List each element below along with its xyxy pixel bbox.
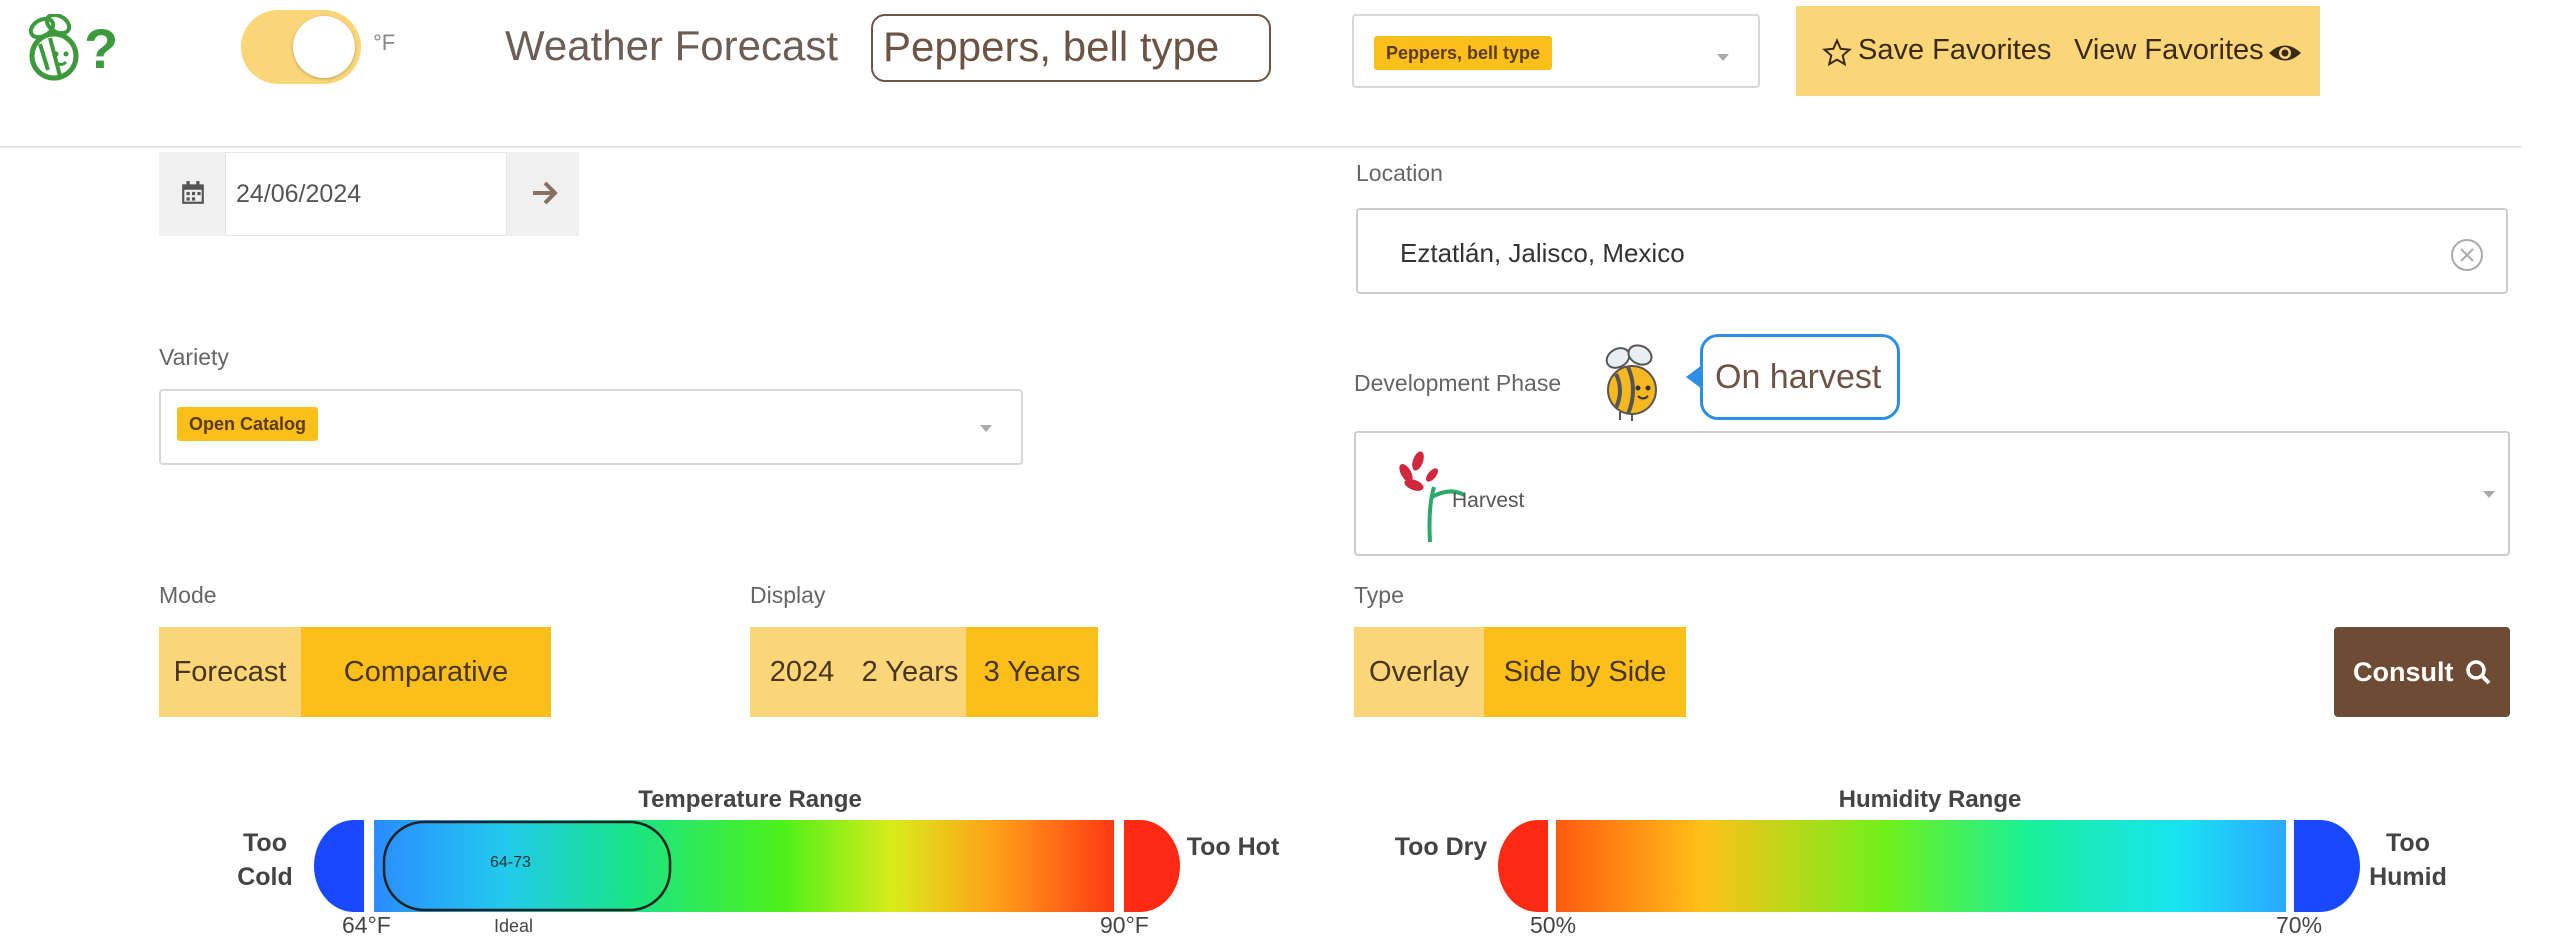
temperature-gradient [374,820,1114,912]
svg-text:?: ? [84,17,118,80]
too-hot-label: Too Hot [1186,833,1280,861]
location-label: Location [1356,160,1443,186]
too-cold-zone [314,820,364,912]
type-toggle-group: Overlay Side by Side [1354,627,1686,717]
page-title: Weather Forecast [505,22,839,69]
too-humid-zone [2294,820,2360,912]
arrow-right-icon[interactable] [531,180,559,206]
temperature-range-title: Temperature Range [638,786,862,813]
temperature-range-bar [314,820,1180,912]
mode-forecast-button[interactable]: Forecast [159,627,301,717]
calendar-icon[interactable] [180,180,206,206]
too-cold-label: Too Cold [237,829,293,891]
star-icon [1822,38,1852,67]
variety-select[interactable]: Open Catalog [159,389,1023,465]
mode-label: Mode [159,582,217,608]
humidity-range-bar [1498,820,2360,912]
chevron-down-icon [980,425,992,432]
development-phase-label: Development Phase [1354,370,1562,396]
eye-icon [2269,45,2301,61]
crop-name-highlight: Peppers, bell type [871,14,1271,82]
too-dry-label: Too Dry [1394,833,1488,861]
too-humid-label: Too Humid [2369,829,2447,891]
crop-select-tag: Peppers, bell type [1374,36,1553,70]
type-label: Type [1354,582,1404,608]
location-input[interactable]: Eztatlán, Jalisco, Mexico [1356,208,2508,294]
consult-button[interactable]: Consult [2334,627,2510,717]
clear-icon[interactable] [2450,238,2484,272]
humidity-max-label: 70% [2276,912,2323,938]
consult-label: Consult [2352,657,2454,687]
type-side-by-side-button[interactable]: Side by Side [1484,627,1686,717]
humidity-range-title: Humidity Range [1838,786,2022,813]
phase-speech-bubble: On harvest [1700,334,1900,420]
bee-mascot-icon [1605,344,1657,421]
humidity-gradient [1556,820,2286,912]
toggle-knob [293,16,355,78]
display-2024-button[interactable]: 2024 [750,627,854,717]
ideal-range-value: 64-73 [490,854,531,871]
unit-label: °F [373,30,396,55]
humidity-min-label: 50% [1530,912,1577,938]
type-overlay-button[interactable]: Overlay [1354,627,1484,717]
ideal-label: Ideal [494,916,534,936]
chevron-down-icon [2483,491,2495,498]
search-icon [2466,660,2491,685]
mode-toggle-group: Forecast Comparative [159,627,551,717]
temperature-max-label: 90°F [1100,912,1149,938]
too-hot-zone [1124,820,1180,912]
view-favorites-button[interactable]: View Favorites [2074,34,2264,67]
display-toggle-group: 2024 2 Years 3 Years [750,627,1098,717]
phase-value: Harvest [1452,489,1525,512]
save-favorites-button[interactable]: Save Favorites [1858,34,2051,67]
date-picker: 24/06/2024 [159,152,579,236]
too-dry-zone [1498,820,1548,912]
display-label: Display [750,582,826,608]
variety-tag: Open Catalog [177,407,319,441]
crop-select[interactable]: Peppers, bell type [1352,14,1760,88]
variety-label: Variety [159,344,229,370]
header-divider [0,146,2521,148]
favorites-bar: Save Favorites View Favorites [1796,6,2320,96]
app-logo-icon: ? [28,14,118,81]
mode-comparative-button[interactable]: Comparative [301,627,551,717]
date-input[interactable]: 24/06/2024 [225,152,507,236]
chevron-down-icon [1717,54,1729,61]
unit-toggle[interactable] [241,10,361,84]
development-phase-select[interactable]: Harvest [1354,431,2510,556]
location-value: Eztatlán, Jalisco, Mexico [1400,238,1685,268]
display-2-years-button[interactable]: 2 Years [854,627,966,717]
temperature-min-label: 64°F [342,912,391,938]
display-3-years-button[interactable]: 3 Years [966,627,1098,717]
